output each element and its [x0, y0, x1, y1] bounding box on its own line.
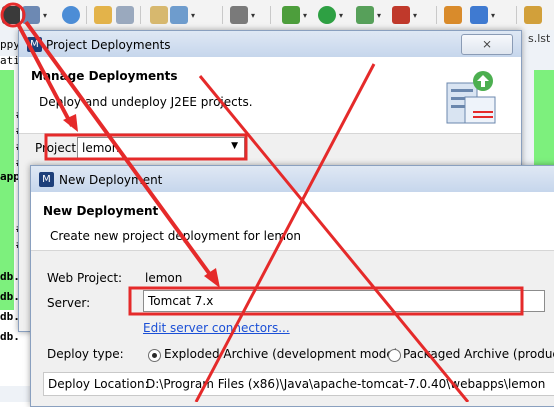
properties-icon[interactable] [150, 6, 168, 24]
gutter-text: ppy [0, 38, 20, 51]
separator [516, 6, 517, 24]
java-ee-icon[interactable]: ▾ [22, 6, 47, 24]
close-button[interactable]: ⨯ [461, 34, 513, 55]
project-select[interactable]: lemon ▼ [77, 137, 245, 159]
server-select-value: Tomcat 7.x [148, 294, 214, 308]
packaged-archive-label[interactable]: Packaged Archive (producti [403, 347, 554, 361]
header-description: Create new project deployment for lemon [50, 229, 302, 243]
deploy-icon[interactable] [2, 6, 20, 24]
code-line: db. [0, 330, 20, 343]
server-deploy-icon [446, 71, 496, 124]
dialog-titlebar: M New Deployment [31, 166, 554, 193]
separator [86, 6, 87, 24]
camera-icon[interactable]: ▾ [230, 6, 255, 24]
server-config-icon[interactable]: ▾ [170, 6, 195, 24]
new-deployment-dialog: M New Deployment New Deployment Create n… [30, 165, 554, 407]
dialog-header: New Deployment Create new project deploy… [31, 192, 554, 251]
server-label: Server: [47, 296, 91, 310]
deploy-location-label: Deploy Location: [48, 377, 149, 391]
deploy-location-row: Deploy Location: D:\Program Files (x86)\… [43, 372, 554, 396]
web-project-value: lemon [145, 271, 183, 285]
code-line: db. [0, 270, 20, 283]
globe-icon[interactable] [62, 6, 80, 24]
new-class-icon[interactable] [444, 6, 462, 24]
chevron-down-icon: ▼ [231, 141, 238, 151]
server-select[interactable]: Tomcat 7.x [143, 290, 545, 312]
exploded-archive-label[interactable]: Exploded Archive (development mode) [164, 347, 399, 361]
build-icon[interactable] [116, 6, 134, 24]
project-label: Project [35, 141, 77, 155]
project-select-value: lemon [82, 141, 120, 155]
separator [270, 6, 271, 24]
external-tools-icon[interactable]: ▾ [392, 6, 417, 24]
packaged-archive-radio[interactable] [388, 349, 401, 362]
toolbar: ▾ ▾ ▾ ▾ ▾ ▾ ▾ ▾ [0, 0, 554, 31]
debug-icon[interactable]: ▾ [282, 6, 307, 24]
exploded-archive-radio[interactable] [148, 349, 161, 362]
header-title: New Deployment [43, 204, 159, 218]
run-icon[interactable]: ▾ [318, 6, 343, 24]
myeclipse-icon: M [39, 172, 54, 187]
code-line: db. [0, 290, 20, 303]
code-line: db. [0, 310, 20, 323]
dialog-title: New Deployment [59, 173, 163, 187]
edit-server-connectors-link[interactable]: Edit server connectors... [143, 321, 290, 335]
separator [140, 6, 141, 24]
dialog-title: Project Deployments [46, 38, 171, 52]
gutter-text: app [0, 170, 20, 183]
myeclipse-icon: M [27, 37, 42, 52]
dialog-titlebar: M Project Deployments ⨯ [19, 31, 521, 58]
header-title: Manage Deployments [31, 69, 178, 83]
dialog-header: Manage Deployments Deploy and undeploy J… [19, 57, 521, 134]
open-folder-icon[interactable] [94, 6, 112, 24]
new-package-icon[interactable]: ▾ [470, 6, 495, 24]
deploy-type-label: Deploy type: [47, 347, 124, 361]
editor-tab[interactable]: s.lst [528, 32, 550, 52]
web-project-label: Web Project: [47, 271, 123, 285]
header-description: Deploy and undeploy J2EE projects. [39, 95, 253, 109]
separator [436, 6, 437, 24]
deploy-location-value[interactable]: D:\Program Files (x86)\Java\apache-tomca… [146, 377, 545, 391]
open-type-icon[interactable] [524, 6, 542, 24]
separator [222, 6, 223, 24]
run-config-icon[interactable]: ▾ [356, 6, 381, 24]
